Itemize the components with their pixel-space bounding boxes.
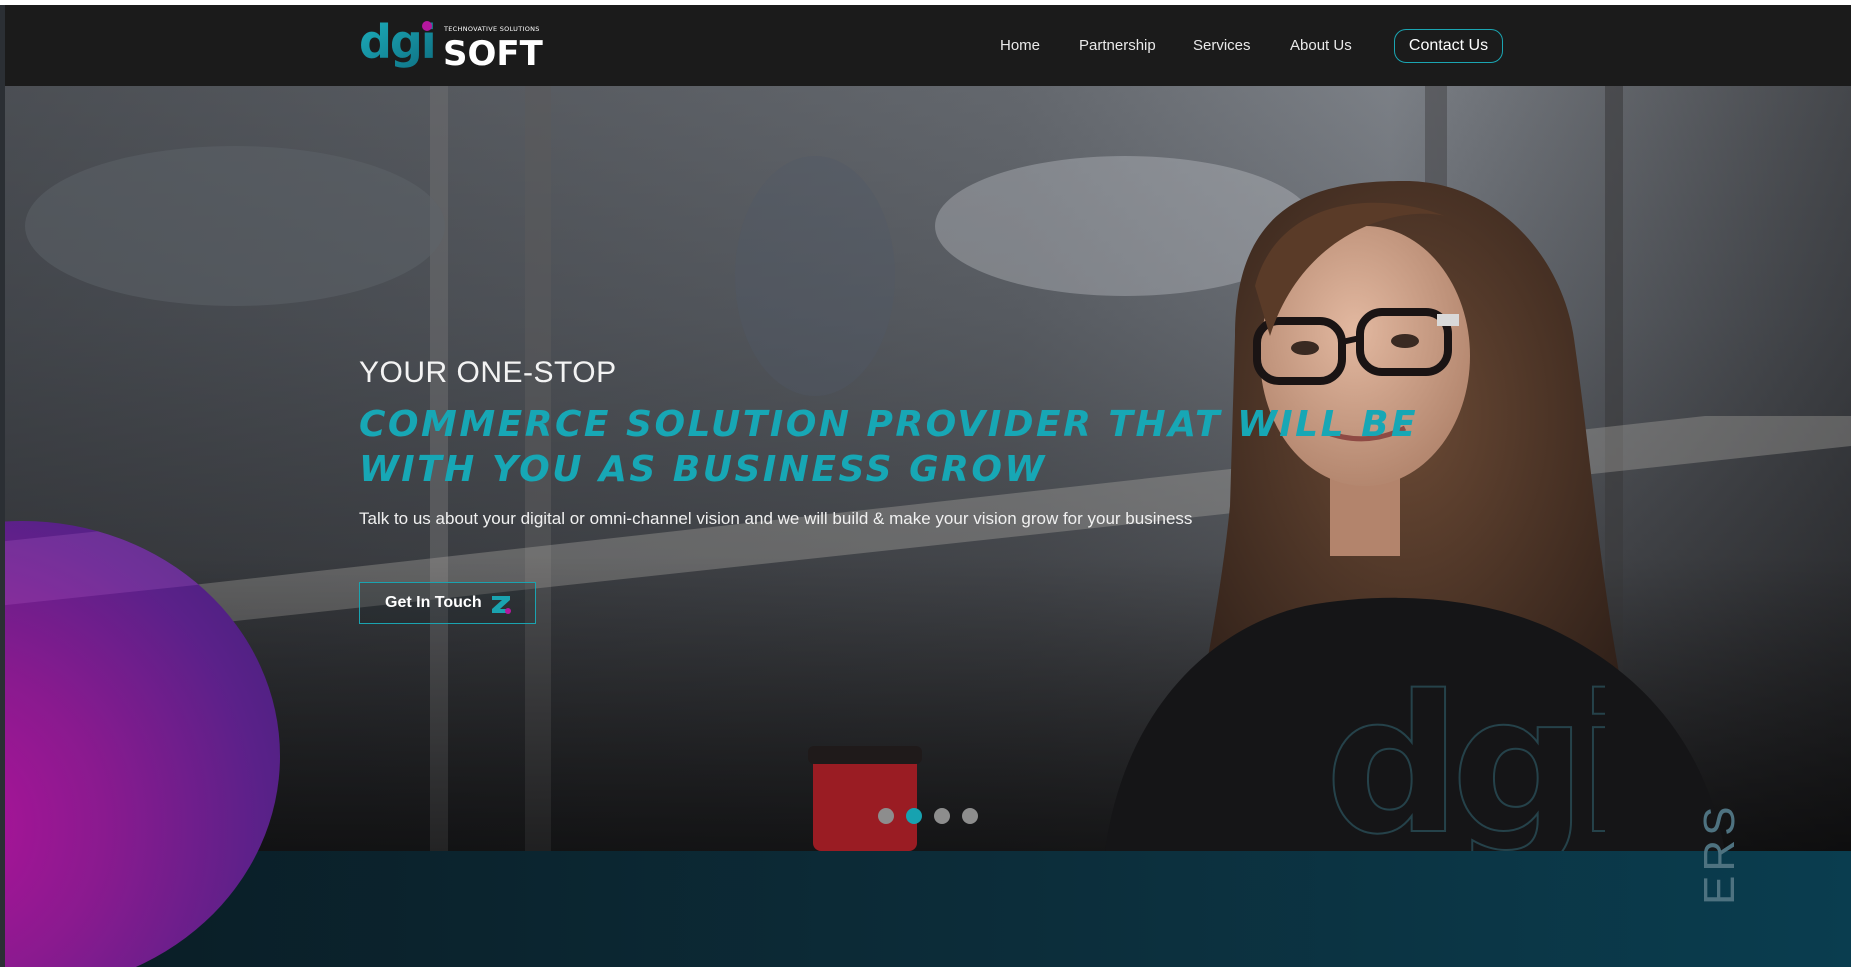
vertical-section-label: ERS	[1695, 802, 1744, 905]
page: dgi TECHNOVATIVE SOLUTIONS SOFT Home Par…	[5, 5, 1851, 967]
get-in-touch-label: Get In Touch	[385, 594, 482, 611]
logo-tagline: TECHNOVATIVE SOLUTIONS	[443, 25, 540, 33]
nav-home[interactable]: Home	[1000, 37, 1040, 54]
svg-text:SOFT: SOFT	[443, 34, 544, 74]
slide-dot-1[interactable]	[878, 808, 894, 824]
hero-kicker: YOUR ONE-STOP	[359, 356, 617, 389]
dgisoft-logo[interactable]: dgi TECHNOVATIVE SOLUTIONS SOFT	[359, 15, 549, 77]
nav-partnership[interactable]: Partnership	[1079, 37, 1156, 54]
hero-subtitle: Talk to us about your digital or omni-ch…	[359, 509, 1193, 528]
hero-title: COMMERCE SOLUTION PROVIDER THAT WILL BE …	[359, 404, 1419, 490]
z-arrow-icon	[492, 596, 511, 614]
nav-about-us[interactable]: About Us	[1290, 37, 1352, 54]
next-section-band	[5, 851, 1851, 967]
slide-dot-4[interactable]	[962, 808, 978, 824]
site-header: dgi TECHNOVATIVE SOLUTIONS SOFT Home Par…	[5, 5, 1851, 86]
hero-slider: YOUR ONE-STOP COMMERCE SOLUTION PROVIDER…	[5, 86, 1851, 851]
svg-text:dgi: dgi	[1325, 671, 1605, 851]
contact-us-button[interactable]: Contact Us	[1394, 29, 1503, 63]
slide-dot-2[interactable]	[906, 808, 922, 824]
get-in-touch-button[interactable]: Get In Touch	[359, 582, 536, 624]
slide-dot-3[interactable]	[934, 808, 950, 824]
dgi-watermark-logo: dgi	[1324, 654, 1643, 851]
nav-services[interactable]: Services	[1193, 37, 1251, 54]
